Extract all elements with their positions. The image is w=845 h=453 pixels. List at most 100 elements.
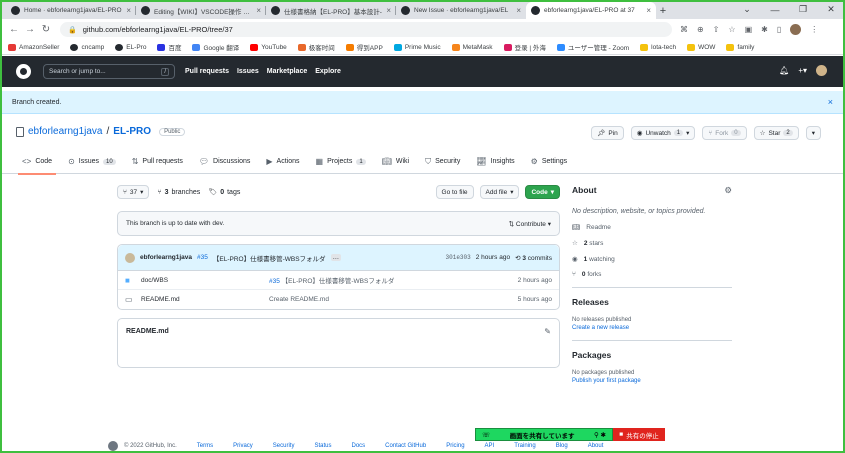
forward-icon[interactable]: → [22, 24, 38, 35]
browser-tab[interactable]: New Issue · ebforlearng1java/EL × [396, 2, 526, 19]
releases-title[interactable]: Releases [572, 297, 609, 307]
bookmark-item[interactable]: ユーザー管理 - Zoom [556, 42, 629, 52]
nav-issues[interactable]: Issues [237, 68, 259, 75]
bookmark-item[interactable]: 登录 | 外海 [503, 42, 546, 52]
zoom-icon[interactable]: ⊕ [697, 25, 704, 34]
bookmark-item[interactable]: AmazonSeller [8, 43, 59, 51]
minimize-icon[interactable]: — [761, 5, 789, 15]
tab-discussions[interactable]: 💬︎ Discussions [199, 150, 251, 174]
github-logo-icon[interactable] [108, 441, 118, 451]
footer-link[interactable]: API [485, 443, 495, 449]
footer-link[interactable]: Status [314, 443, 331, 449]
tab-projects[interactable]: ▦ Projects 1 [316, 150, 366, 174]
tab-search-icon[interactable]: ⌄ [733, 4, 761, 15]
commit-author[interactable]: ebforlearng1java [140, 254, 192, 261]
file-commit-pr-link[interactable]: #35 [269, 278, 280, 285]
footer-link[interactable]: Security [273, 443, 295, 449]
unwatch-button[interactable]: ◉ Unwatch 1 ▾ [630, 126, 696, 140]
commit-expand-button[interactable]: … [330, 254, 342, 261]
close-tab-icon[interactable]: × [256, 6, 261, 15]
bookmark-item[interactable]: Google 翻译 [192, 42, 239, 52]
nav-explore[interactable]: Explore [315, 68, 341, 75]
repo-name-link[interactable]: EL-PRO [113, 126, 151, 137]
stars-link[interactable]: ☆ 2 stars [572, 239, 732, 248]
bookmark-item[interactable]: 极客时间 [297, 42, 335, 52]
tags-link[interactable]: 🏷︎ 0 tags [208, 188, 240, 197]
close-icon[interactable]: × [828, 97, 833, 107]
back-icon[interactable]: ← [6, 24, 22, 35]
bookmark-folder[interactable]: lota-tech [640, 43, 676, 51]
close-tab-icon[interactable]: × [386, 6, 391, 15]
close-tab-icon[interactable]: × [646, 6, 651, 15]
bookmark-item[interactable]: EL-Pro [115, 43, 146, 51]
github-logo-icon[interactable] [16, 64, 31, 79]
readme-link[interactable]: 📖︎ Readme [572, 223, 732, 232]
browser-tab[interactable]: Editing【WIKI】VSCODE操作 Pull × [136, 2, 266, 19]
commit-message[interactable]: 【EL-PRO】仕様書移管-WBSフォルダ [213, 253, 326, 263]
profile-avatar[interactable] [790, 24, 802, 35]
code-button[interactable]: Code ▾ [525, 185, 560, 199]
browser-tab[interactable]: Home · ebforlearng1java/EL-PRO × [6, 2, 136, 19]
tab-actions[interactable]: ▶ Actions [266, 150, 299, 174]
create-release-link[interactable]: Create a new release [572, 325, 732, 331]
tab-wiki[interactable]: 📖︎ Wiki [382, 150, 409, 174]
footer-link[interactable]: Contact GitHub [385, 443, 426, 449]
translate-icon[interactable]: ⌘ [680, 25, 688, 34]
sharing-indicator[interactable]: ☏ 画面を共有しています ⚲ ✱ [475, 428, 613, 441]
tab-settings[interactable]: ⚙ Settings [531, 150, 567, 174]
commit-sha[interactable]: 301e303 [446, 254, 471, 261]
tab-issues[interactable]: ⊙ Issues 10 [68, 150, 116, 174]
puzzle-icon[interactable]: ✱ [761, 25, 768, 34]
bookmark-star-icon[interactable]: ☆ [728, 25, 735, 34]
stop-sharing-button[interactable]: ■ 共有の停止 [613, 428, 665, 441]
tab-security[interactable]: ⛉ Security [425, 150, 460, 174]
browser-tab[interactable]: 仕様書格納【EL-PRO】基本設計- × [266, 2, 396, 19]
bell-icon[interactable]: 🔔︎ [779, 66, 789, 75]
bookmark-item[interactable]: 百度 [157, 42, 181, 52]
edit-pencil-icon[interactable]: ✎ [544, 327, 551, 336]
nav-marketplace[interactable]: Marketplace [267, 68, 307, 75]
footer-link[interactable]: Blog [556, 443, 568, 449]
go-to-file-button[interactable]: Go to file [435, 185, 474, 199]
watchers-link[interactable]: ◉ 1 watching [572, 255, 732, 264]
footer-link[interactable]: About [588, 443, 604, 449]
extension-icon[interactable]: ▣ [745, 25, 753, 34]
file-name[interactable]: README.md [141, 296, 269, 303]
search-input[interactable]: Search or jump to... / [43, 64, 175, 79]
reload-icon[interactable]: ↻ [38, 24, 54, 35]
maximize-icon[interactable]: ❐ [789, 4, 817, 15]
file-name[interactable]: doc/WBS [141, 277, 269, 284]
tab-pull-requests[interactable]: ⇅ Pull requests [132, 150, 183, 174]
pin-button[interactable]: 📌︎ Pin [591, 126, 624, 140]
share-icon[interactable]: ⇧ [713, 25, 720, 34]
file-commit-message[interactable]: 【EL-PRO】仕様書移管-WBSフォルダ [282, 278, 395, 285]
bookmark-item[interactable]: cncamp [70, 43, 104, 51]
branches-link[interactable]: ⑂ 3 branches [157, 189, 200, 196]
footer-link[interactable]: Pricing [446, 443, 464, 449]
user-avatar[interactable] [816, 65, 827, 76]
browser-tab-active[interactable]: ebforlearng1java/EL-PRO at 37 × [526, 2, 656, 19]
nav-pull-requests[interactable]: Pull requests [185, 68, 229, 75]
commits-link[interactable]: ⟲ 3 commits [515, 254, 552, 262]
close-tab-icon[interactable]: × [126, 6, 131, 15]
bookmark-item[interactable]: Prime Music [393, 43, 441, 51]
contribute-button[interactable]: ⇅ Contribute ▾ [509, 220, 551, 228]
sidepanel-icon[interactable]: ▯ [777, 25, 781, 34]
browser-menu-icon[interactable]: ⋮ [810, 25, 818, 34]
commit-pr-link[interactable]: #35 [197, 254, 208, 261]
create-new-icon[interactable]: +▾ [798, 66, 807, 75]
footer-link[interactable]: Training [514, 443, 535, 449]
gear-icon[interactable]: ⚙ [724, 185, 732, 196]
bookmark-item[interactable]: YouTube [250, 43, 287, 51]
file-commit-message[interactable]: Create README.md [269, 296, 329, 303]
repo-owner-link[interactable]: ebforlearng1java [28, 126, 103, 137]
footer-link[interactable]: Docs [352, 443, 366, 449]
commit-author-avatar[interactable] [125, 252, 135, 263]
bookmark-folder[interactable]: family [726, 43, 754, 51]
star-button[interactable]: ☆ Star 2 [753, 126, 799, 140]
forks-link[interactable]: ⑂ 0 forks [572, 271, 732, 278]
url-field[interactable]: 🔒 github.com/ebforlearng1java/EL-PRO/tre… [60, 22, 672, 37]
bookmark-folder[interactable]: WOW [687, 43, 715, 51]
packages-title[interactable]: Packages [572, 350, 611, 360]
star-list-dropdown[interactable]: ▾ [805, 126, 821, 140]
